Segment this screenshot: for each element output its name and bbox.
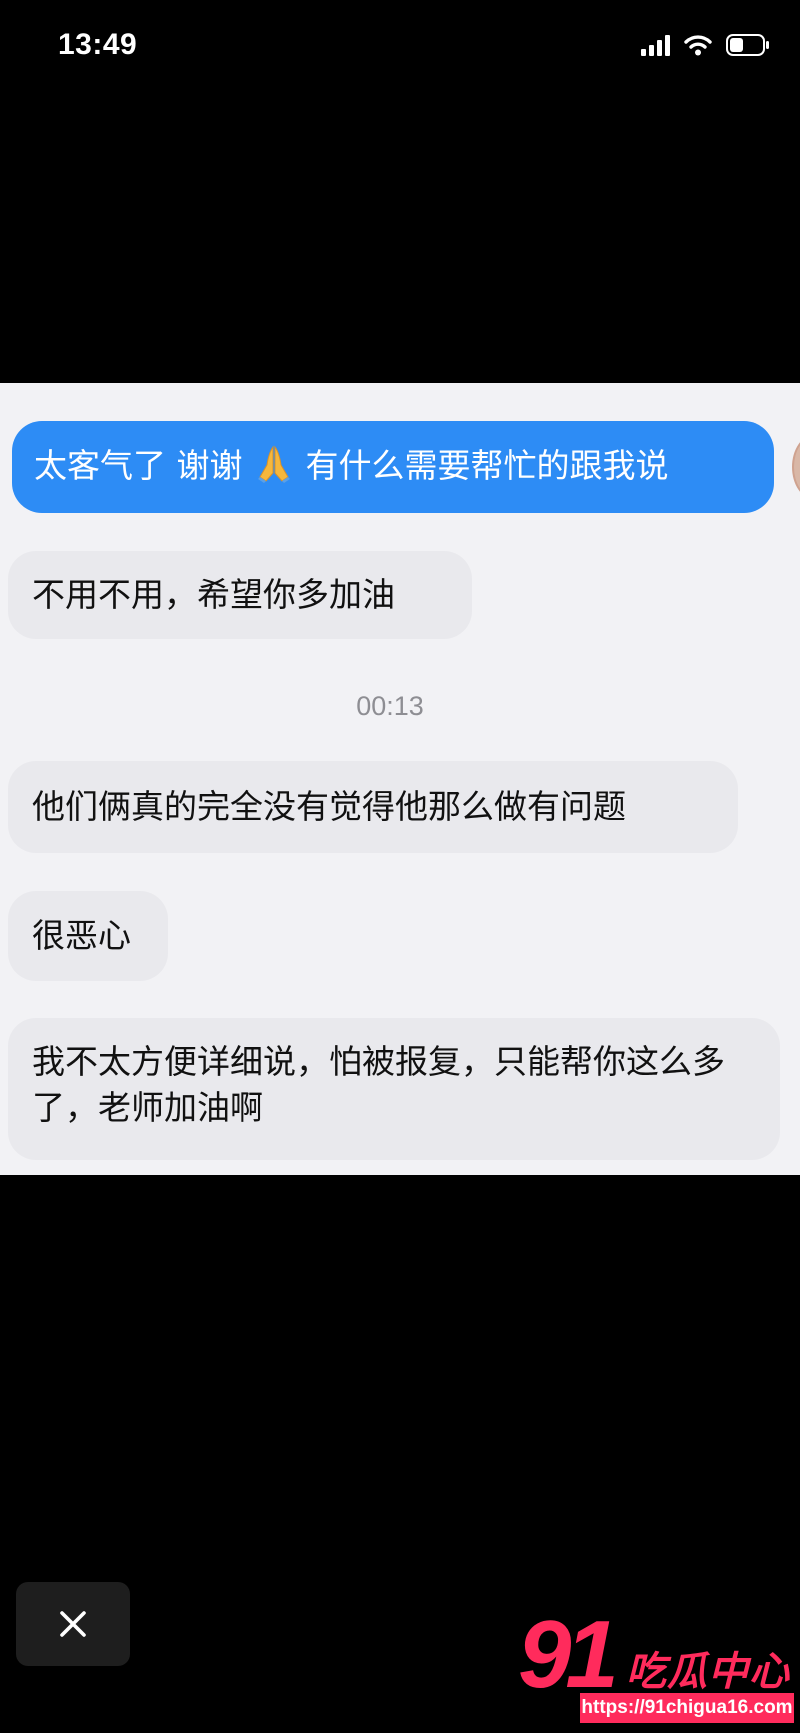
watermark-text: 吃瓜中心 [626,1649,790,1695]
incoming-message: 我不太方便详细说，怕被报复，只能帮你这么多了，老师加油啊 [8,1018,780,1160]
message-text: 很恶心 [32,916,131,955]
message-text: 不用不用，希望你多加油 [32,575,395,614]
message-text: 太客气了 谢谢 [34,446,243,485]
message-text: 我不太方便详细说，怕被报复，只能帮你这么多了，老师加油啊 [32,1042,725,1127]
incoming-message: 很恶心 [8,891,168,981]
outgoing-message: 太客气了 谢谢 有什么需要帮忙的跟我说 [12,421,774,513]
message-text: 有什么需要帮忙的跟我说 [305,446,669,485]
status-bar: 13:49 [0,0,800,96]
pray-icon [258,445,290,483]
watermark-logo: 91 吃瓜中心 https://91chigua16.com [518,1605,798,1725]
incoming-message: 他们俩真的完全没有觉得他那么做有问题 [8,761,738,853]
close-button[interactable] [16,1582,130,1666]
battery-icon [726,34,770,56]
avatar [792,435,800,499]
close-icon [60,1611,86,1637]
watermark-url: https://91chigua16.com [580,1693,794,1723]
wifi-icon [684,35,712,56]
cellular-signal-icon [641,34,670,56]
chat-panel: 太客气了 谢谢 有什么需要帮忙的跟我说 不用不用，希望你多加油 00:13 他们… [0,383,800,1175]
message-text: 他们俩真的完全没有觉得他那么做有问题 [32,787,626,826]
incoming-message: 不用不用，希望你多加油 [8,551,472,639]
watermark-number: 91 [518,1601,619,1708]
status-time: 13:49 [58,28,138,61]
status-icons [641,34,770,56]
message-timestamp: 00:13 [356,691,424,721]
